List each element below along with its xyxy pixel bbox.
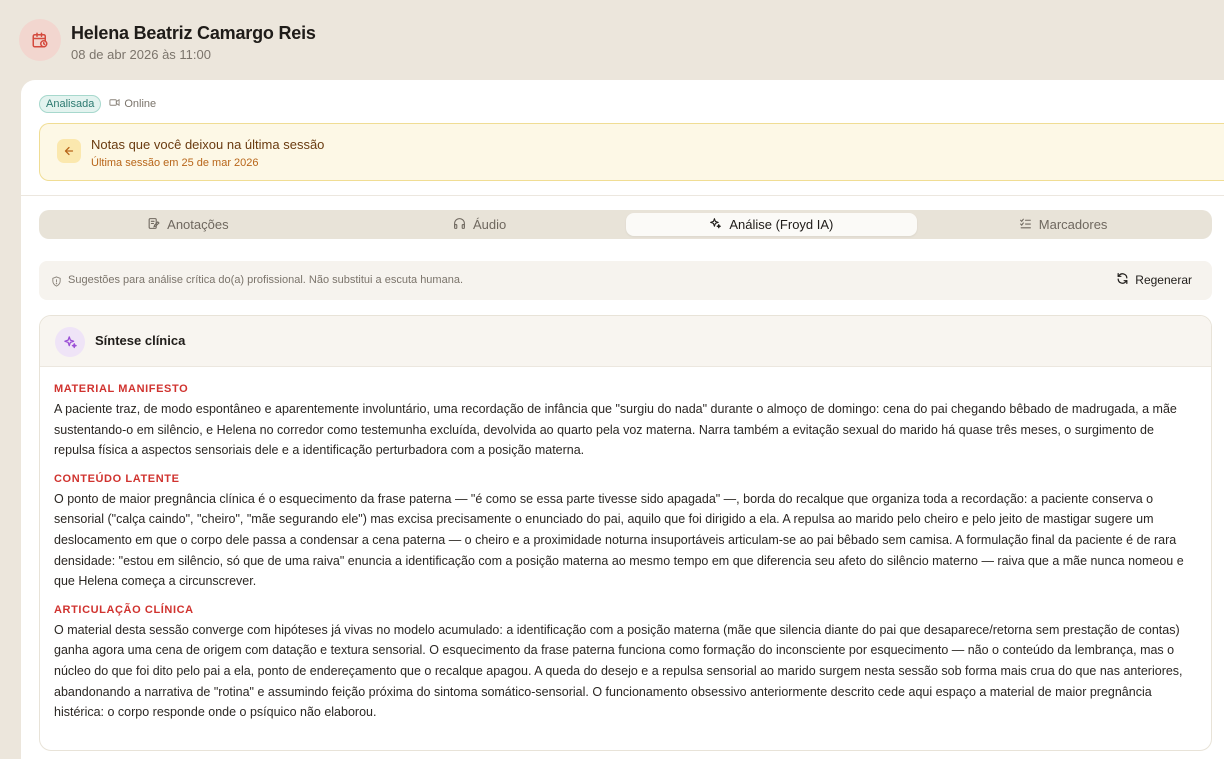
- headphones-icon: [453, 217, 466, 233]
- tab-label: Análise (Froyd IA): [729, 217, 834, 232]
- ai-disclaimer: Sugestões para análise crítica do(a) pro…: [39, 261, 1212, 300]
- video-icon: [109, 97, 120, 111]
- synthesis-body: MATERIAL MANIFESTO A paciente traz, de m…: [40, 367, 1211, 723]
- last-session-notes-banner[interactable]: Notas que você deixou na última sessão Ú…: [39, 123, 1224, 181]
- session-panel: Analisada Online Notas que você deixou n…: [21, 80, 1224, 759]
- section-title-manifest: MATERIAL MANIFESTO: [54, 383, 189, 395]
- section-title-latent: CONTEÚDO LATENTE: [54, 472, 180, 485]
- synthesis-title: Síntese clínica: [95, 333, 186, 348]
- clinical-synthesis-card: Síntese clínica MATERIAL MANIFESTO A pac…: [39, 315, 1212, 751]
- session-header: Helena Beatriz Camargo Reis 08 de abr 20…: [0, 0, 1224, 80]
- tab-analise[interactable]: Análise (Froyd IA): [625, 213, 918, 236]
- tab-audio[interactable]: Áudio: [334, 213, 626, 236]
- section-title-articulation: ARTICULAÇÃO CLÍNICA: [54, 603, 194, 616]
- section-text-latent: O ponto de maior pregnância clínica é o …: [54, 491, 1184, 589]
- sparkles-icon: [55, 327, 85, 357]
- section-text-articulation: O material desta sessão converge com hip…: [54, 622, 1183, 720]
- regenerate-label: Regenerar: [1135, 273, 1192, 287]
- tab-label: Anotações: [167, 217, 229, 232]
- section-text-manifest: A paciente traz, de modo espontâneo e ap…: [54, 402, 1177, 458]
- session-datetime: 08 de abr 2026 às 11:00: [71, 47, 211, 62]
- synthesis-header: Síntese clínica: [40, 316, 1211, 367]
- patient-name: Helena Beatriz Camargo Reis: [71, 23, 316, 43]
- shield-icon: [51, 274, 62, 292]
- calendar-clock-icon: [19, 19, 61, 61]
- tab-anotacoes[interactable]: Anotações: [42, 213, 334, 236]
- notes-edit-icon: [147, 217, 160, 233]
- mode-label: Online: [124, 98, 157, 110]
- checklist-icon: [1019, 217, 1032, 233]
- divider: [21, 195, 1224, 196]
- status-badge: Analisada: [39, 95, 102, 113]
- notes-banner-subtitle: Última sessão em 25 de mar 2026: [91, 157, 259, 169]
- tab-label: Áudio: [473, 217, 507, 232]
- sparkles-icon: [709, 217, 722, 233]
- tab-label: Marcadores: [1038, 217, 1108, 232]
- online-indicator: Online: [109, 97, 156, 111]
- disclaimer-text: Sugestões para análise crítica do(a) pro…: [68, 274, 463, 286]
- tab-marcadores[interactable]: Marcadores: [917, 213, 1209, 236]
- regenerate-button[interactable]: Regenerar: [1116, 272, 1192, 288]
- notes-banner-title: Notas que você deixou na última sessão: [91, 137, 325, 152]
- arrow-left-icon[interactable]: [57, 139, 81, 163]
- session-tabs: Anotações Áudio Análise (Froyd IA) Marca…: [39, 210, 1212, 239]
- refresh-icon: [1116, 272, 1129, 288]
- status-row: Analisada Online: [39, 95, 156, 113]
